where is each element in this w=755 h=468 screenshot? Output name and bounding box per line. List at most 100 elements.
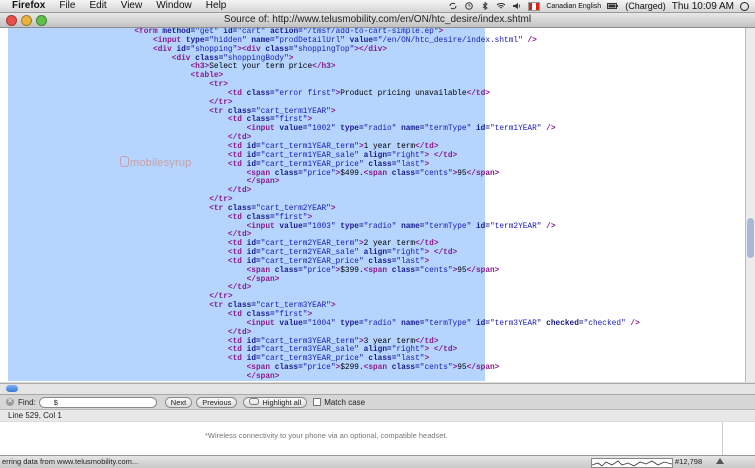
source-line[interactable]: <tr class="cart_term2YEAR"> xyxy=(8,205,745,214)
find-previous-button[interactable]: Previous xyxy=(196,397,237,408)
menu-file[interactable]: File xyxy=(52,0,82,12)
warning-triangle-icon[interactable] xyxy=(716,458,724,464)
menu-help[interactable]: Help xyxy=(199,0,234,12)
source-token: id= xyxy=(247,143,261,151)
page-source-view[interactable]: <form method="get" id="cart" action="/tm… xyxy=(0,28,745,382)
source-token: <tr xyxy=(209,302,228,310)
source-line[interactable]: <td id="cart_term2YEAR_sale" align="righ… xyxy=(8,249,745,258)
source-line[interactable]: <span class="price">$399.<span class="ce… xyxy=(8,267,745,276)
horizontal-scroll-thumb[interactable] xyxy=(6,385,18,392)
source-token: <td xyxy=(228,258,247,266)
source-token: </tr> xyxy=(209,196,232,204)
source-line[interactable]: <td class="error first">Product pricing … xyxy=(8,90,745,99)
sync-icon[interactable] xyxy=(448,2,458,10)
menu-extras: Canadian English (Charged) Thu 10:09 AM xyxy=(448,1,755,12)
bluetooth-icon[interactable] xyxy=(480,2,490,10)
menu-clock[interactable]: Thu 10:09 AM xyxy=(672,1,734,12)
highlight-all-button[interactable]: Highlight all xyxy=(243,397,307,408)
source-line[interactable]: <span class="price">$299.<span class="ce… xyxy=(8,364,745,373)
wifi-icon[interactable] xyxy=(496,2,506,10)
source-token: "cart_term1YEAR_sale" xyxy=(261,152,364,160)
time-machine-icon[interactable] xyxy=(464,2,474,10)
battery-icon[interactable] xyxy=(607,2,619,10)
source-token: "cart_term2YEAR_sale" xyxy=(261,249,364,257)
source-token: "first" xyxy=(275,116,308,124)
canada-flag-icon[interactable] xyxy=(528,2,540,11)
find-label: Find: xyxy=(18,398,36,407)
source-line[interactable]: <td id="cart_term2YEAR_price" class="las… xyxy=(8,258,745,267)
source-line[interactable]: <input value="1003" type="radio" name="t… xyxy=(8,223,745,232)
source-line[interactable]: </span> xyxy=(8,178,745,187)
menu-view[interactable]: View xyxy=(114,0,150,12)
source-token: "/en/ON/htc_desire/index.shtml" xyxy=(378,37,528,45)
source-line[interactable]: <input value="1002" type="radio" name="t… xyxy=(8,125,745,134)
menu-window[interactable]: Window xyxy=(149,0,199,12)
source-token: > xyxy=(331,205,336,213)
source-token: <table> xyxy=(190,72,223,80)
source-line[interactable]: <td id="cart_term3YEAR_term">3 year term… xyxy=(8,338,745,347)
source-token: "radio" xyxy=(364,320,401,328)
source-token: "cart_term2YEAR_price" xyxy=(261,258,369,266)
source-token: class= xyxy=(368,355,396,363)
menu-edit[interactable]: Edit xyxy=(82,0,113,12)
source-code[interactable]: <form method="get" id="cart" action="/tm… xyxy=(8,28,745,382)
match-case-checkbox[interactable] xyxy=(313,398,321,406)
source-line[interactable]: <tr class="cart_term3YEAR"> xyxy=(8,302,745,311)
find-next-button[interactable]: Next xyxy=(165,397,192,408)
source-line[interactable]: <td class="first"> xyxy=(8,116,745,125)
volume-icon[interactable] xyxy=(512,2,522,10)
vertical-scrollbar[interactable] xyxy=(745,28,755,382)
source-line[interactable]: <td id="cart_term2YEAR_term">2 year term… xyxy=(8,240,745,249)
source-line[interactable]: <input value="1004" type="radio" name="t… xyxy=(8,320,745,329)
source-token: "cents" xyxy=(420,170,453,178)
source-token: /> xyxy=(546,125,555,133)
source-token: > xyxy=(289,55,294,63)
watermark-text: mobilesyrup xyxy=(130,157,192,169)
source-line[interactable]: <input type="hidden" name="prodDetailUrl… xyxy=(8,37,745,46)
spotlight-icon[interactable] xyxy=(740,2,749,11)
vertical-scroll-thumb[interactable] xyxy=(747,218,754,258)
source-line[interactable]: </span> xyxy=(8,373,745,382)
source-line[interactable]: </tr> xyxy=(8,196,745,205)
source-token: "price" xyxy=(303,170,336,178)
find-input[interactable]: $ xyxy=(39,397,157,408)
source-line[interactable]: <tr> xyxy=(8,81,745,90)
source-line[interactable]: <td class="first"> xyxy=(8,214,745,223)
source-token: <td xyxy=(228,143,247,151)
source-line[interactable]: </td> xyxy=(8,329,745,338)
source-token: <td xyxy=(228,90,247,98)
source-token: $499. xyxy=(340,170,363,178)
source-line[interactable]: </tr> xyxy=(8,99,745,108)
source-line[interactable]: <div id="shopping"><div class="shoppingT… xyxy=(8,46,745,55)
menu-app-firefox[interactable]: Firefox xyxy=(8,0,52,12)
source-line[interactable]: <td id="cart_term3YEAR_price" class="las… xyxy=(8,355,745,364)
source-token: "first" xyxy=(275,214,308,222)
source-line[interactable]: <td id="cart_term1YEAR_term">1 year term… xyxy=(8,143,745,152)
source-line[interactable]: </tr> xyxy=(8,293,745,302)
source-line[interactable]: <td id="cart_term1YEAR_sale" align="righ… xyxy=(8,152,745,161)
source-line[interactable]: <h3>Select your term price</h3> xyxy=(8,63,745,72)
source-line[interactable]: </td> xyxy=(8,231,745,240)
source-line[interactable]: <td id="cart_term1YEAR_price" class="las… xyxy=(8,161,745,170)
source-line[interactable]: <table> xyxy=(8,72,745,81)
source-line[interactable]: <div class="shoppingBody"> xyxy=(8,55,745,64)
source-token: id= xyxy=(247,346,261,354)
close-find-bar-icon[interactable]: ✕ xyxy=(6,398,14,406)
source-token: class= xyxy=(228,108,256,116)
input-source-label[interactable]: Canadian English xyxy=(546,3,601,10)
source-token: "cart_term1YEAR" xyxy=(256,108,331,116)
source-line[interactable]: <form method="get" id="cart" action="/tm… xyxy=(8,28,745,37)
source-token: value= xyxy=(350,37,378,45)
source-token: "1002" xyxy=(307,125,340,133)
source-line[interactable]: <tr class="cart_term1YEAR"> xyxy=(8,108,745,117)
source-line[interactable]: </td> xyxy=(8,187,745,196)
source-line[interactable]: </td> xyxy=(8,284,745,293)
source-token: <td xyxy=(228,346,247,354)
source-line[interactable]: </td> xyxy=(8,134,745,143)
source-line[interactable]: <td id="cart_term3YEAR_sale" align="righ… xyxy=(8,346,745,355)
source-line[interactable]: <td class="first"> xyxy=(8,311,745,320)
horizontal-scrollbar[interactable] xyxy=(0,383,755,394)
source-line[interactable]: <span class="price">$499.<span class="ce… xyxy=(8,170,745,179)
source-line[interactable]: </span> xyxy=(8,276,745,285)
source-token: "checked" xyxy=(584,320,631,328)
